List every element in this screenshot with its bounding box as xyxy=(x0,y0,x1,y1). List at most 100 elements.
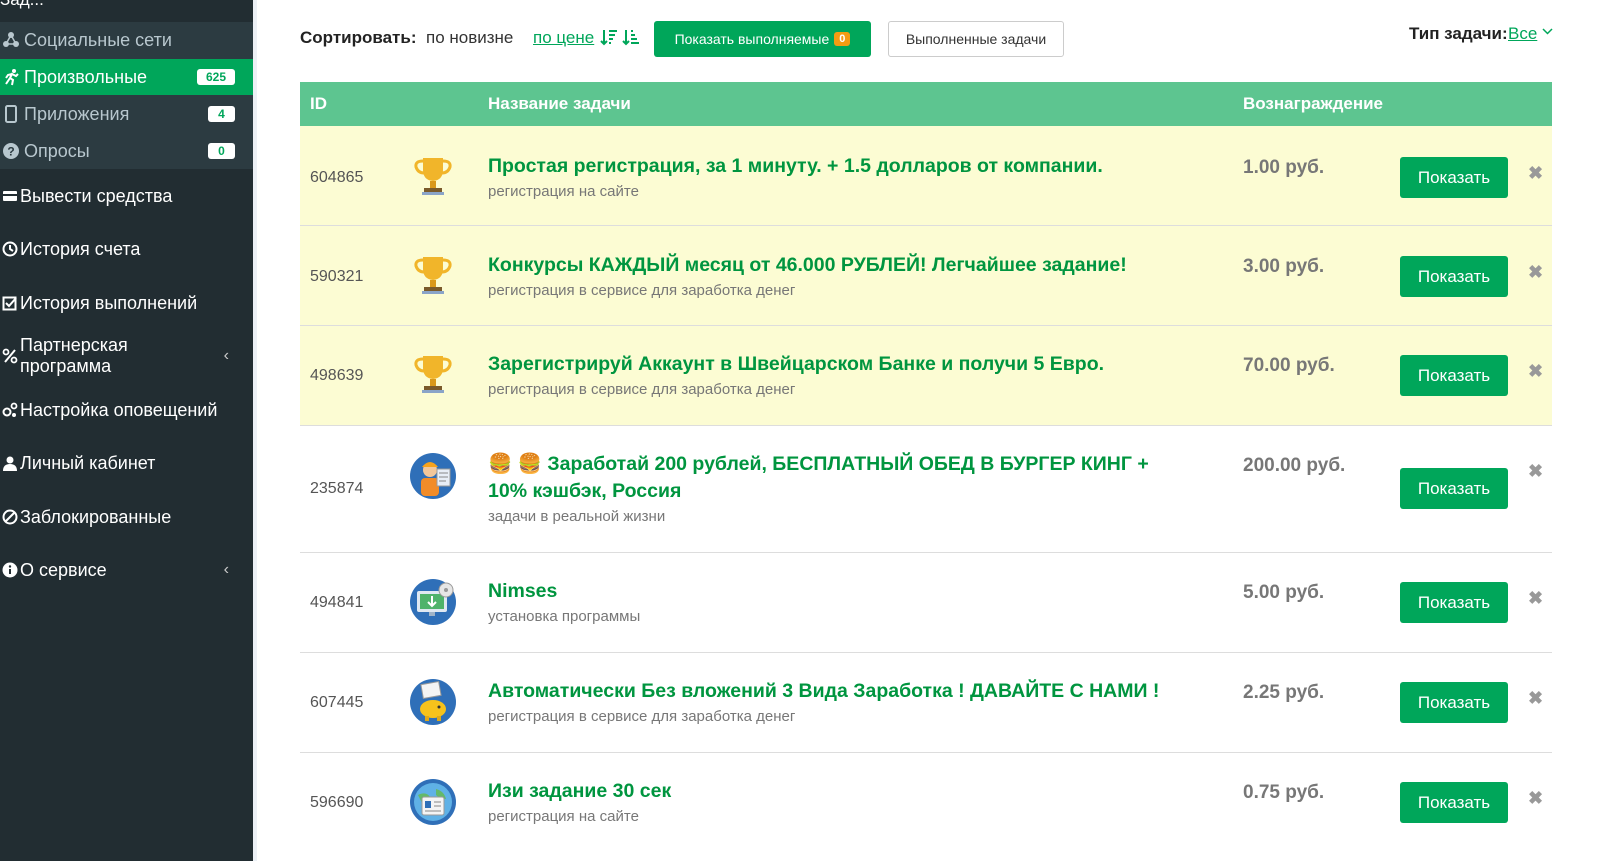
worker-icon xyxy=(408,451,458,501)
sidebar-item-withdraw[interactable]: Вывести средства xyxy=(0,176,253,216)
runner-icon xyxy=(0,68,22,86)
chevron-left-icon: ‹ xyxy=(223,347,229,364)
table-row: 596690 Изи задание 30 сек регистрация на… xyxy=(300,753,1552,843)
task-reward: 5.00 руб. xyxy=(1243,582,1325,603)
cogs-icon xyxy=(0,402,20,418)
sidebar-item-completion-history[interactable]: История выполнений xyxy=(0,283,253,323)
show-task-button[interactable]: Показать xyxy=(1400,582,1508,623)
sidebar-submenu: Социальные сети Произвольные 625 Приложе… xyxy=(0,22,253,169)
task-title-link[interactable]: Изи задание 30 сек xyxy=(488,778,1188,805)
user-icon xyxy=(0,455,20,471)
tasks-table: ID Название задачи Вознаграждение 604865… xyxy=(300,82,1552,843)
sidebar-item-label: Опросы xyxy=(24,140,90,161)
count-badge: 0 xyxy=(208,143,235,159)
sort-desc-icon[interactable] xyxy=(600,28,618,51)
task-reward: 3.00 руб. xyxy=(1243,256,1325,277)
table-row: 235874 🍔 🍔 Заработай 200 рублей, БЕСПЛАТ… xyxy=(300,426,1552,553)
svg-text:?: ? xyxy=(7,145,14,159)
show-task-button[interactable]: Показать xyxy=(1400,782,1508,823)
table-row: 494841 Nimses установка программы 5.00 р… xyxy=(300,553,1552,653)
task-reward: 70.00 руб. xyxy=(1243,355,1335,376)
sidebar-item-label: История выполнений xyxy=(20,292,198,313)
task-category: регистрация на сайте xyxy=(488,808,639,825)
wallet-icon xyxy=(0,188,20,204)
sort-asc-icon[interactable] xyxy=(622,28,640,51)
main-content: Сортировать: по новизне по цене Показать… xyxy=(253,0,1609,861)
sort-newest-link[interactable]: по новизне xyxy=(426,28,513,48)
chevron-down-icon[interactable] xyxy=(1542,24,1553,39)
task-title-link[interactable]: 🍔 🍔 Заработай 200 рублей, БЕСПЛАТНЫЙ ОБЕ… xyxy=(488,451,1188,505)
task-category: задачи в реальной жизни xyxy=(488,508,666,525)
show-task-button[interactable]: Показать xyxy=(1400,682,1508,723)
close-icon[interactable]: ✖ xyxy=(1528,588,1543,609)
show-active-button[interactable]: Показать выполняемые 0 xyxy=(654,21,871,57)
show-task-button[interactable]: Показать xyxy=(1400,468,1508,509)
info-icon xyxy=(0,562,20,578)
sidebar-item-account-history[interactable]: История счета xyxy=(0,229,253,269)
sidebar-item-apps[interactable]: Приложения 4 xyxy=(0,96,253,132)
active-count-badge: 0 xyxy=(834,32,851,46)
show-active-label: Показать выполняемые xyxy=(674,31,830,47)
task-reward: 1.00 руб. xyxy=(1243,157,1325,178)
question-icon: ? xyxy=(0,142,22,160)
table-row: 607445 Автоматически Без вложений 3 Вида… xyxy=(300,653,1552,753)
task-type-dropdown[interactable]: Все xyxy=(1508,24,1537,44)
close-icon[interactable]: ✖ xyxy=(1528,262,1543,283)
task-id: 235874 xyxy=(310,480,364,497)
close-icon[interactable]: ✖ xyxy=(1528,361,1543,382)
task-title-link[interactable]: Конкурсы КАЖДЫЙ месяц от 46.000 РУБЛЕЙ! … xyxy=(488,252,1188,279)
task-title-link[interactable]: Автоматически Без вложений 3 Вида Зарабо… xyxy=(488,678,1188,705)
task-category: регистрация в сервисе для заработка дене… xyxy=(488,708,796,725)
monitor-download-icon xyxy=(408,577,458,627)
ban-icon xyxy=(0,509,20,525)
task-title-link[interactable]: Nimses xyxy=(488,578,1188,605)
sort-label: Сортировать: xyxy=(300,28,417,47)
task-id: 590321 xyxy=(310,268,364,285)
task-title-link[interactable]: Простая регистрация, за 1 минуту. + 1.5 … xyxy=(488,153,1188,180)
task-id: 596690 xyxy=(310,794,364,811)
show-task-button[interactable]: Показать xyxy=(1400,355,1508,396)
history-icon xyxy=(0,241,20,257)
sidebar-item-about[interactable]: О сервисе ‹ xyxy=(0,550,253,590)
sidebar-item-custom[interactable]: Произвольные 625 xyxy=(0,59,253,95)
sidebar-item-affiliate[interactable]: Партнерская программа ‹ xyxy=(0,335,253,376)
id-card-globe-icon xyxy=(408,777,458,827)
column-header-name: Название задачи xyxy=(488,94,631,113)
table-header: ID Название задачи Вознаграждение xyxy=(300,82,1552,126)
sidebar-cut-label: Зад... xyxy=(0,0,44,8)
close-icon[interactable]: ✖ xyxy=(1528,688,1543,709)
chevron-left-icon: ‹ xyxy=(223,561,229,578)
close-icon[interactable]: ✖ xyxy=(1528,163,1543,184)
sidebar-item-notifications[interactable]: Настройка оповещений xyxy=(0,390,253,430)
count-badge: 625 xyxy=(196,69,235,85)
table-row: 498639 Зарегистрируй Аккаунт в Швейцарск… xyxy=(300,326,1552,426)
checkbox-icon xyxy=(0,295,20,311)
sidebar-item-polls[interactable]: ? Опросы 0 xyxy=(0,133,253,169)
close-icon[interactable]: ✖ xyxy=(1528,788,1543,809)
trophy-icon xyxy=(408,249,458,299)
column-header-id: ID xyxy=(310,94,327,113)
sidebar-item-profile[interactable]: Личный кабинет xyxy=(0,443,253,483)
table-row: 590321 Конкурсы КАЖДЫЙ месяц от 46.000 Р… xyxy=(300,226,1552,326)
show-task-button[interactable]: Показать xyxy=(1400,157,1508,198)
show-task-button[interactable]: Показать xyxy=(1400,256,1508,297)
task-reward: 2.25 руб. xyxy=(1243,682,1325,703)
sidebar-item-label: Заблокированные xyxy=(20,506,172,527)
task-type-label: Тип задачи: xyxy=(1409,24,1508,43)
task-category: регистрация в сервисе для заработка дене… xyxy=(488,282,796,299)
mobile-icon xyxy=(0,105,22,123)
sidebar-item-blocked[interactable]: Заблокированные xyxy=(0,497,253,537)
sidebar-item-label: Приложения xyxy=(24,103,130,124)
task-title-link[interactable]: Зарегистрируй Аккаунт в Швейцарском Банк… xyxy=(488,351,1188,378)
task-category: регистрация на сайте xyxy=(488,183,639,200)
trophy-icon xyxy=(408,150,458,200)
sidebar-item-social[interactable]: Социальные сети xyxy=(0,22,253,58)
sort-price-link[interactable]: по цене xyxy=(533,28,594,48)
sidebar-item-label: История счета xyxy=(20,238,141,259)
task-id: 498639 xyxy=(310,367,364,384)
close-icon[interactable]: ✖ xyxy=(1528,461,1543,482)
task-reward: 0.75 руб. xyxy=(1243,782,1325,803)
sidebar-item-label: Социальные сети xyxy=(24,29,172,50)
percent-icon xyxy=(0,348,20,364)
done-tasks-button[interactable]: Выполненные задачи xyxy=(888,21,1064,57)
